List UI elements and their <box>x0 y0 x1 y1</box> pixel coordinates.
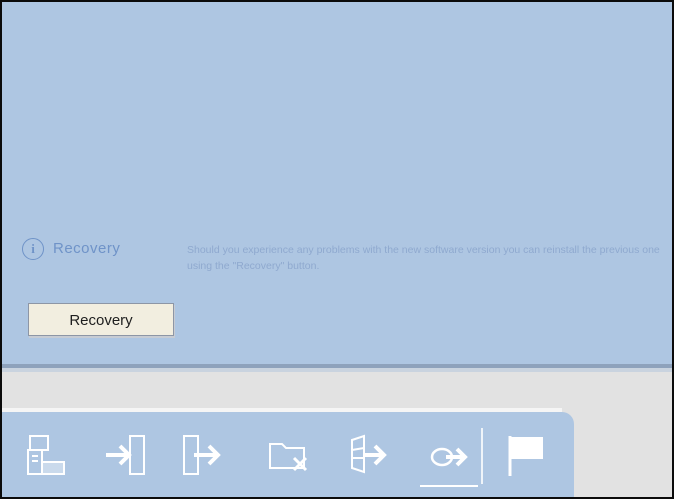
bottom-toolbar <box>2 412 574 497</box>
export-icon[interactable] <box>178 430 228 480</box>
recovery-icon[interactable] <box>420 430 478 487</box>
recovery-button[interactable]: Recovery <box>28 303 174 336</box>
recovery-title: Recovery <box>53 240 121 257</box>
firmware-update-icon[interactable] <box>344 430 394 480</box>
app-window: i Recovery Should you experience any pro… <box>0 0 674 499</box>
folder-delete-icon[interactable] <box>264 430 314 480</box>
computer-setup-icon[interactable] <box>22 430 72 480</box>
flag-icon[interactable] <box>502 430 552 480</box>
info-icon: i <box>22 238 44 260</box>
import-icon[interactable] <box>102 430 152 480</box>
recovery-info: i Recovery Should you experience any pro… <box>22 238 662 278</box>
recovery-description: Should you experience any problems with … <box>187 244 660 272</box>
toolbar-separator <box>481 428 483 484</box>
panel-divider-highlight <box>2 368 672 372</box>
